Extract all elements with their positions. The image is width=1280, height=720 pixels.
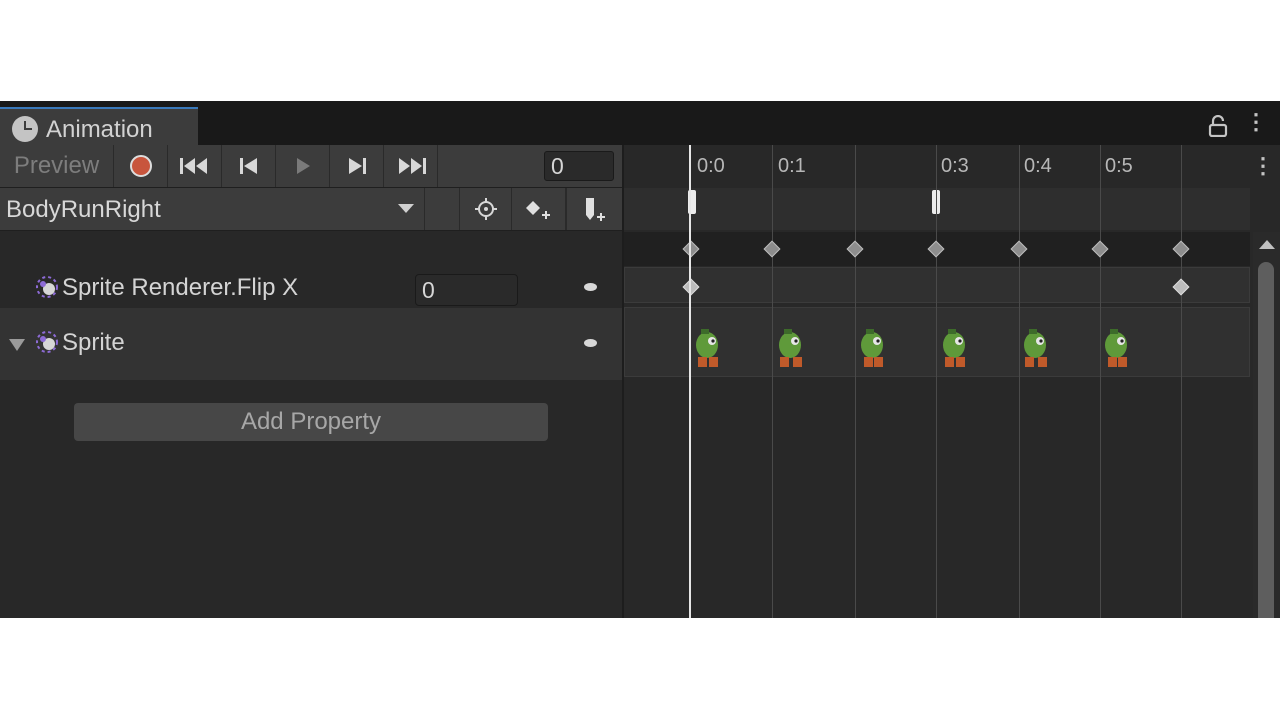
ruler-label: 0:5: [1105, 155, 1133, 177]
lock-icon[interactable]: [1207, 115, 1229, 137]
window-menu-icon[interactable]: ⋮: [1245, 109, 1267, 135]
crosshair-icon: [474, 198, 497, 220]
skip-to-end-icon: [398, 158, 426, 174]
last-keyframe-button[interactable]: [384, 145, 438, 187]
play-button[interactable]: [276, 145, 330, 187]
ruler-label: 0:3: [941, 155, 969, 177]
frame-gridline: [936, 145, 937, 618]
chevron-down-icon: [398, 204, 414, 213]
animation-window: Animation ⋮ Preview 0 BodyRunRight Sprit…: [0, 101, 1280, 618]
scroll-up-icon[interactable]: [1259, 240, 1275, 249]
frame-gridline: [1100, 145, 1101, 618]
clock-icon: [12, 116, 38, 142]
sprite-keyframe-thumbnail[interactable]: [1022, 325, 1052, 373]
tab-title: Animation: [46, 116, 153, 143]
sprite-keyframe-thumbnail[interactable]: [777, 325, 807, 373]
frame-gridline: [855, 145, 856, 618]
playhead[interactable]: [689, 145, 691, 618]
sprite-keyframe-thumbnail[interactable]: [1103, 325, 1133, 373]
timeline-menu-icon[interactable]: ⋮: [1252, 153, 1274, 179]
keyframe-toggle-icon[interactable]: [584, 339, 597, 347]
playback-toolbar: Preview 0: [0, 145, 622, 188]
frame-gridline: [1181, 145, 1182, 618]
property-row-flip-x[interactable]: Sprite Renderer.Flip X 0: [0, 267, 622, 307]
clip-bar: BodyRunRight: [0, 188, 622, 231]
sprite-keyframe-thumbnail[interactable]: [859, 325, 889, 373]
event-bar[interactable]: [624, 188, 1250, 230]
sprite-renderer-icon: [36, 276, 58, 298]
ruler-label: 0:0: [697, 155, 725, 177]
ruler-label: 0:4: [1024, 155, 1052, 177]
add-event-button[interactable]: [567, 188, 622, 230]
add-event-icon: [585, 198, 605, 221]
frame-input[interactable]: 0: [544, 151, 614, 181]
previous-keyframe-button[interactable]: [222, 145, 276, 187]
separator: [424, 188, 425, 230]
expand-triangle-icon[interactable]: [9, 339, 25, 351]
step-back-icon: [239, 158, 257, 174]
sprite-keyframe-thumbnail[interactable]: [941, 325, 971, 373]
sprite-renderer-icon: [36, 331, 58, 353]
frame-gridline: [772, 145, 773, 618]
step-forward-icon: [348, 158, 366, 174]
add-keyframe-button[interactable]: [512, 188, 566, 230]
first-keyframe-button[interactable]: [168, 145, 222, 187]
property-label: Sprite Renderer.Flip X: [62, 274, 299, 301]
record-button[interactable]: [114, 145, 168, 187]
preview-button[interactable]: Preview: [0, 145, 114, 187]
sprite-keyframe-thumbnail[interactable]: [694, 325, 724, 373]
keyframe-toggle-icon[interactable]: [584, 283, 597, 291]
scrollbar-thumb[interactable]: [1258, 262, 1274, 618]
play-icon: [296, 158, 310, 174]
ruler-label: 0:1: [778, 155, 806, 177]
property-row-sprite[interactable]: Sprite: [0, 308, 622, 380]
clip-dropdown[interactable]: BodyRunRight: [0, 188, 424, 230]
property-label: Sprite: [62, 329, 125, 356]
filter-by-selection-button[interactable]: [460, 188, 512, 230]
add-keyframe-icon: [525, 201, 550, 219]
tab-animation[interactable]: Animation: [0, 107, 198, 145]
next-keyframe-button[interactable]: [330, 145, 384, 187]
vertical-scrollbar[interactable]: [1253, 232, 1280, 618]
add-property-button[interactable]: Add Property: [74, 403, 548, 441]
clip-name: BodyRunRight: [6, 196, 161, 223]
skip-to-start-icon: [179, 158, 207, 174]
record-icon: [129, 155, 152, 177]
frame-gridline: [1019, 145, 1020, 618]
property-value-input[interactable]: 0: [415, 274, 518, 306]
flip-x-track[interactable]: [624, 267, 1250, 303]
